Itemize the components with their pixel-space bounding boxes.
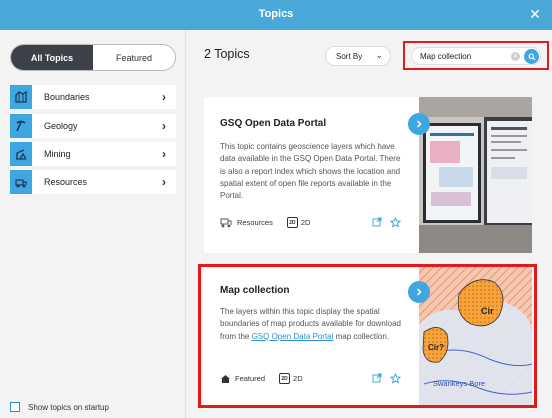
card-footer: Featured 2D 2D — [220, 373, 317, 384]
topic-filter-toggle: All Topics Featured — [10, 44, 176, 71]
view-mode-tag: 2D 2D — [286, 217, 311, 228]
sidebar-item-label: Resources — [44, 177, 88, 187]
close-icon[interactable]: ✕ — [526, 5, 544, 23]
2d-view-icon: 2D — [279, 373, 291, 384]
sidebar: All Topics Featured Boundaries › Geology… — [0, 30, 186, 418]
chevron-right-icon: › — [162, 90, 166, 104]
card-thumbnail-monitors — [419, 97, 532, 253]
startup-option: Show topics on startup — [10, 402, 109, 412]
2d-view-icon: 2D — [286, 217, 298, 228]
resources-icon — [220, 218, 232, 228]
open-external-icon[interactable] — [372, 373, 382, 384]
mining-icon — [10, 142, 32, 166]
view-mode-label: 2D — [293, 374, 303, 383]
chevron-down-icon: ⌄ — [375, 50, 383, 60]
map-label: Cir? — [428, 343, 444, 352]
favourite-star-icon[interactable] — [390, 217, 401, 228]
open-topic-arrow-icon[interactable] — [408, 281, 430, 303]
boundaries-icon — [10, 85, 32, 109]
topic-card-gsq-open-data-portal[interactable]: GSQ Open Data Portal This topic contains… — [204, 97, 532, 253]
sidebar-item-resources[interactable]: Resources › — [10, 170, 176, 194]
topics-list-panel: 2 Topics Sort By ⌄ × GSQ Open Data Porta… — [187, 30, 552, 418]
gsq-open-data-portal-link[interactable]: GSQ Open Data Portal — [252, 332, 334, 341]
sidebar-item-label: Mining — [44, 149, 71, 159]
window-title: Topics — [258, 8, 294, 20]
category-tag: Resources — [220, 217, 273, 228]
card-title: Map collection — [220, 285, 290, 296]
geology-icon — [10, 114, 32, 138]
sidebar-item-label: Boundaries — [44, 92, 90, 102]
search-icon[interactable] — [524, 49, 539, 64]
sidebar-item-geology[interactable]: Geology › — [10, 114, 176, 138]
card-thumbnail-map: Cir Cir? Swankeys Bore — [419, 264, 532, 405]
card-description: The layers within this topic display the… — [220, 306, 403, 343]
topics-count: 2 Topics — [204, 47, 250, 61]
card-actions — [372, 373, 409, 384]
clear-search-icon[interactable]: × — [511, 52, 520, 61]
favourite-star-icon[interactable] — [390, 373, 401, 384]
tab-all-topics[interactable]: All Topics — [11, 45, 93, 70]
card-title: GSQ Open Data Portal — [220, 118, 327, 129]
startup-checkbox[interactable] — [10, 402, 20, 412]
chevron-right-icon: › — [162, 147, 166, 161]
sort-by-label: Sort By — [336, 51, 363, 61]
title-bar: Topics ✕ — [0, 0, 552, 30]
sidebar-item-boundaries[interactable]: Boundaries › — [10, 85, 176, 109]
search-box: × — [411, 47, 541, 65]
open-external-icon[interactable] — [372, 217, 382, 228]
category-tag-label: Resources — [237, 218, 273, 227]
view-mode-tag: 2D 2D — [279, 373, 303, 384]
view-mode-label: 2D — [300, 218, 311, 227]
card-actions — [372, 217, 409, 228]
card-description: This topic contains geoscience layers wh… — [220, 142, 401, 201]
chevron-right-icon: › — [162, 175, 166, 189]
map-label: Swankeys Bore — [433, 379, 485, 388]
sidebar-item-label: Geology — [44, 121, 78, 131]
category-tag-label: Featured — [235, 374, 266, 383]
sort-by-dropdown[interactable]: Sort By ⌄ — [325, 46, 391, 66]
category-tag: Featured — [220, 374, 265, 384]
search-input[interactable] — [420, 50, 502, 62]
tab-featured[interactable]: Featured — [93, 45, 175, 70]
startup-label: Show topics on startup — [28, 402, 109, 412]
search-highlight: × — [403, 41, 549, 70]
map-label: Cir — [481, 306, 494, 316]
card-footer: Resources 2D 2D — [220, 217, 324, 228]
sidebar-item-mining[interactable]: Mining › — [10, 142, 176, 166]
resources-icon — [10, 170, 32, 194]
chevron-right-icon: › — [162, 119, 166, 133]
home-icon — [221, 374, 230, 383]
card-description-text: map collection. — [333, 331, 389, 341]
open-topic-arrow-icon[interactable] — [408, 113, 430, 135]
topic-card-map-collection[interactable]: Map collection The layers within this to… — [204, 264, 532, 405]
